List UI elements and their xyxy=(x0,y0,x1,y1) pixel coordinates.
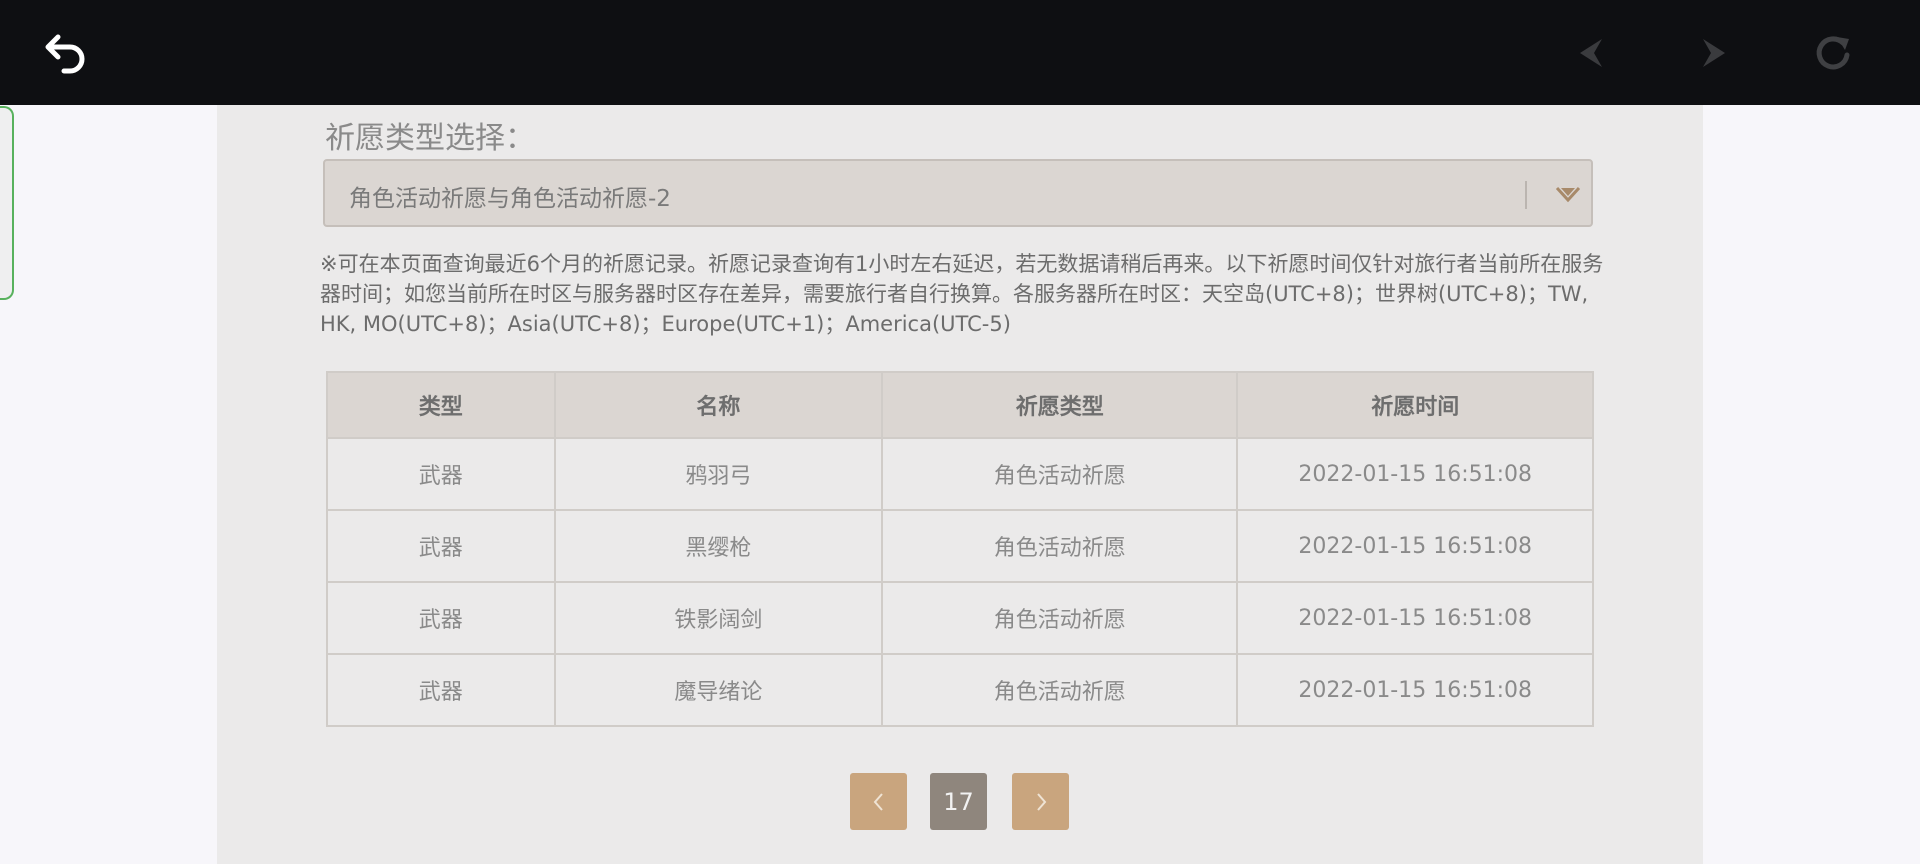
header-type: 类型 xyxy=(326,371,556,439)
cell-wish-type: 角色活动祈愿 xyxy=(881,509,1239,583)
reload-icon[interactable] xyxy=(1808,28,1858,78)
side-drawer-handle[interactable] xyxy=(0,106,14,300)
cell-wish-time: 2022-01-15 16:51:08 xyxy=(1236,581,1594,655)
wish-type-select[interactable]: 角色活动祈愿与角色活动祈愿-2 xyxy=(323,159,1593,227)
top-toolbar xyxy=(0,0,1920,105)
cell-type: 武器 xyxy=(326,653,556,727)
cell-name: 黑缨枪 xyxy=(553,509,884,583)
table-row: 武器 鸦羽弓 角色活动祈愿 2022-01-15 16:51:08 xyxy=(326,437,1594,511)
table-row: 武器 魔导绪论 角色活动祈愿 2022-01-15 16:51:08 xyxy=(326,653,1594,727)
cell-name: 鸦羽弓 xyxy=(553,437,884,511)
current-page-indicator: 17 xyxy=(930,773,987,830)
cell-type: 武器 xyxy=(326,581,556,655)
header-name: 名称 xyxy=(553,371,884,439)
prev-page-button[interactable] xyxy=(850,773,907,830)
cell-wish-type: 角色活动祈愿 xyxy=(881,437,1239,511)
wish-type-selected-value: 角色活动祈愿与角色活动祈愿-2 xyxy=(349,186,671,212)
cell-name: 魔导绪论 xyxy=(553,653,884,727)
cell-wish-type: 角色活动祈愿 xyxy=(881,653,1239,727)
cell-wish-type: 角色活动祈愿 xyxy=(881,581,1239,655)
cell-type: 武器 xyxy=(326,509,556,583)
table-row: 武器 铁影阔剑 角色活动祈愿 2022-01-15 16:51:08 xyxy=(326,581,1594,655)
chevron-left-icon xyxy=(873,792,883,811)
next-page-icon[interactable] xyxy=(1688,28,1738,78)
chevron-right-icon xyxy=(1036,792,1046,811)
cell-wish-time: 2022-01-15 16:51:08 xyxy=(1236,509,1594,583)
chevron-down-icon xyxy=(1555,185,1581,209)
table-header-row: 类型 名称 祈愿类型 祈愿时间 xyxy=(326,371,1594,439)
wish-history-panel: 祈愿类型选择： 角色活动祈愿与角色活动祈愿-2 ※可在本页面查询最近6个月的祈愿… xyxy=(217,105,1703,864)
wish-type-label: 祈愿类型选择： xyxy=(325,121,535,156)
back-arrow-icon[interactable] xyxy=(41,28,91,78)
wish-records-table: 类型 名称 祈愿类型 祈愿时间 武器 鸦羽弓 角色活动祈愿 2022-01-15… xyxy=(326,371,1594,727)
prev-page-icon[interactable] xyxy=(1567,28,1617,78)
table-row: 武器 黑缨枪 角色活动祈愿 2022-01-15 16:51:08 xyxy=(326,509,1594,583)
header-wish-time: 祈愿时间 xyxy=(1236,371,1594,439)
cell-name: 铁影阔剑 xyxy=(553,581,884,655)
cell-wish-time: 2022-01-15 16:51:08 xyxy=(1236,437,1594,511)
select-divider xyxy=(1525,181,1527,209)
cell-wish-time: 2022-01-15 16:51:08 xyxy=(1236,653,1594,727)
cell-type: 武器 xyxy=(326,437,556,511)
header-wish-type: 祈愿类型 xyxy=(881,371,1239,439)
next-page-button[interactable] xyxy=(1012,773,1069,830)
notice-text: ※可在本页面查询最近6个月的祈愿记录。祈愿记录查询有1小时左右延迟，若无数据请稍… xyxy=(320,252,1604,336)
